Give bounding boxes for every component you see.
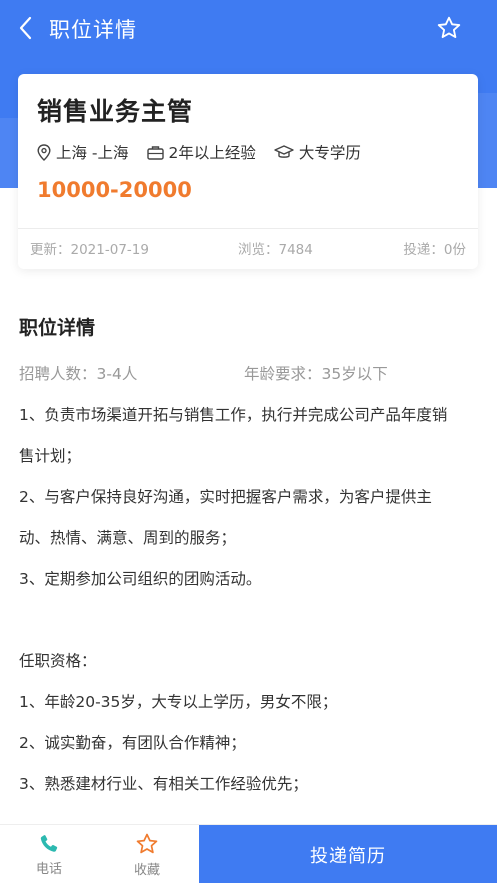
experience-text: 2年以上经验: [168, 144, 256, 162]
back-arrow-icon: [19, 16, 32, 40]
card-divider: [18, 228, 478, 229]
updated-date: 更新：2021-07-19: [30, 242, 149, 258]
headcount-text: 招聘人数：3-4人: [19, 365, 138, 383]
job-meta-row: 上海 -上海 2年以上经验 大专学历: [37, 141, 379, 163]
graduation-cap-icon: [274, 144, 294, 158]
favorite-tab-button[interactable]: 收藏: [98, 825, 196, 883]
bottom-action-bar: 电话 收藏 投递简历: [0, 824, 497, 883]
description-line: 2、诚实勤奋，有团队合作精神；: [19, 734, 246, 752]
job-title: 销售业务主管: [37, 97, 194, 126]
education-text: 大专学历: [298, 144, 361, 162]
phone-button[interactable]: 电话: [0, 825, 98, 883]
phone-icon: [40, 834, 58, 852]
location-text: 上海 -上海: [56, 144, 129, 162]
favorite-label: 收藏: [133, 862, 160, 878]
description-line: 动、热情、满意、周到的服务；: [19, 529, 237, 547]
description-line: 售计划；: [19, 447, 82, 465]
back-button[interactable]: [10, 12, 42, 44]
star-outline-icon: [136, 833, 158, 853]
favorite-button[interactable]: [433, 12, 465, 44]
phone-label: 电话: [35, 861, 62, 877]
education-item: 大专学历: [274, 141, 361, 163]
section-title: 职位详情: [19, 317, 96, 339]
briefcase-icon: [146, 145, 164, 160]
description-line: 1、负责市场渠道开拓与销售工作，执行并完成公司产品年度销: [19, 406, 448, 424]
experience-item: 2年以上经验: [146, 141, 256, 163]
location-pin-icon: [37, 143, 51, 161]
star-outline-icon: [437, 16, 461, 39]
view-count: 浏览：7484: [238, 242, 313, 258]
qualifications-heading: 任职资格：: [19, 652, 97, 670]
page-title: 职位详情: [49, 18, 137, 42]
top-nav-bar: 职位详情: [0, 0, 497, 56]
description-line: 3、熟悉建材行业、有相关工作经验优先；: [19, 775, 308, 793]
description-line: 1、年龄20-35岁，大专以上学历，男女不限；: [19, 693, 338, 711]
job-summary-card: 销售业务主管 上海 -上海 2年以上经验 大专学历 10000-20000 更新…: [18, 74, 478, 269]
apply-resume-button[interactable]: 投递简历: [199, 825, 497, 883]
description-line: 2、与客户保持良好沟通，实时把握客户需求，为客户提供主: [19, 488, 432, 506]
age-requirement-text: 年龄要求：35岁以下: [244, 365, 388, 383]
description-line: 3、定期参加公司组织的团购活动。: [19, 570, 262, 588]
location-item: 上海 -上海: [37, 141, 129, 163]
salary-range: 10000-20000: [37, 178, 192, 202]
application-count: 投递：0份: [403, 242, 466, 258]
